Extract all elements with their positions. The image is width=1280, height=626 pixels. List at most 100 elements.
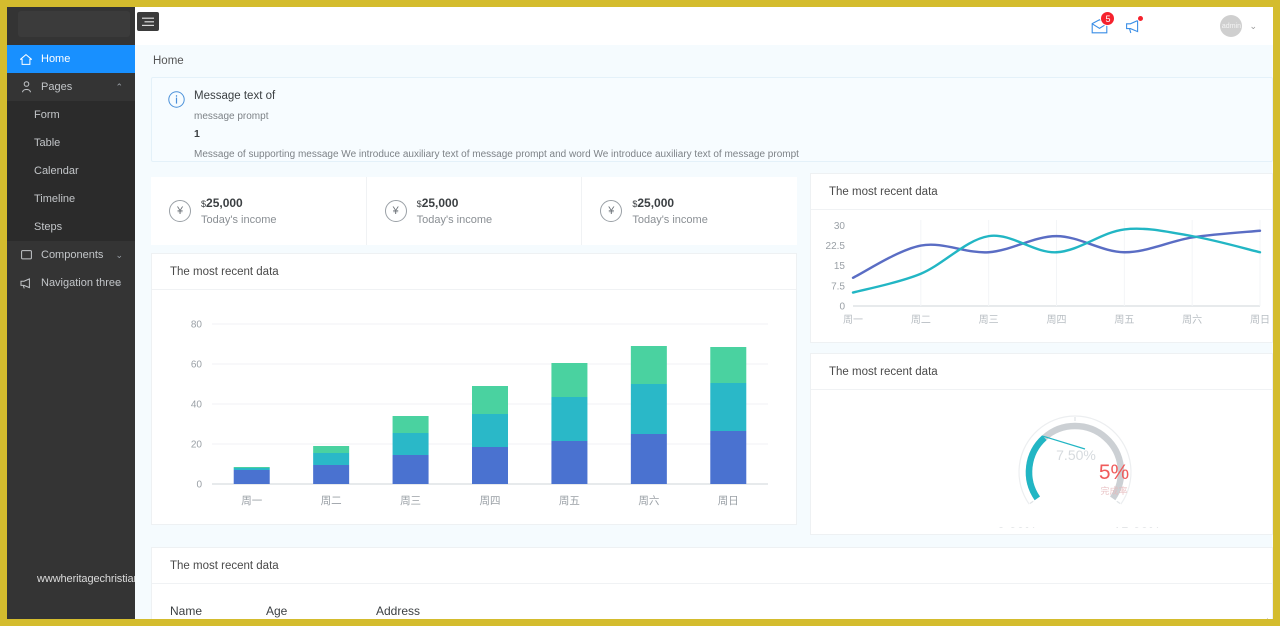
top-header: 5 admin ⌄: [135, 7, 1273, 45]
sidebar-item-home[interactable]: Home: [7, 45, 135, 73]
svg-text:周六: 周六: [1182, 314, 1202, 326]
sidebar-item-calendar[interactable]: Calendar: [7, 157, 135, 185]
scroll-up-arrow[interactable]: ▲: [1264, 617, 1271, 619]
alert-banner: Message text of message prompt 1 Message…: [151, 77, 1273, 162]
home-icon: [19, 53, 33, 65]
bar-chart-title: The most recent data: [152, 254, 796, 290]
announcement-dot: [1137, 15, 1145, 22]
svg-text:周五: 周五: [559, 495, 580, 507]
svg-text:0: 0: [196, 480, 202, 491]
svg-text:7.5: 7.5: [831, 281, 845, 292]
svg-text:5%: 5%: [1099, 461, 1129, 484]
stat-amount: 25,000: [206, 196, 243, 210]
svg-text:周日: 周日: [718, 495, 739, 507]
stat-amount: 25,000: [637, 196, 675, 210]
chevron-down-icon[interactable]: ⌄: [1249, 21, 1257, 32]
app-frame: Home Pages ⌃ Form Table Calendar Timelin…: [7, 7, 1273, 619]
sidebar-item-form[interactable]: Form: [7, 101, 135, 129]
sidebar-item-label: Home: [41, 53, 71, 65]
svg-text:周五: 周五: [1114, 314, 1134, 326]
svg-text:60: 60: [191, 360, 203, 371]
svg-text:周一: 周一: [241, 495, 262, 507]
stat-value: $25,000: [417, 196, 492, 210]
stat-card[interactable]: ¥ $25,000 Today's income: [582, 177, 797, 245]
line-chart-title: The most recent data: [811, 174, 1272, 210]
alert-description: Message of supporting message We introdu…: [194, 149, 799, 160]
chevron-down-icon[interactable]: ⌄: [115, 250, 123, 260]
stat-value: $25,000: [201, 196, 276, 210]
alert-subtitle: message prompt: [194, 111, 269, 122]
user-icon: [19, 81, 33, 93]
svg-text:周二: 周二: [321, 495, 342, 507]
breadcrumb: Home: [135, 45, 1273, 77]
stat-label: Today's income: [632, 214, 708, 226]
stat-value: $25,000: [632, 196, 707, 210]
line-chart-plot[interactable]: 0 7.5 15 22.5 30 周一 周二 周三 周四 周五 周六 周日: [811, 210, 1273, 336]
svg-text:周三: 周三: [979, 314, 999, 326]
sidebar-item-table[interactable]: Table: [7, 129, 135, 157]
mail-badge: 5: [1100, 11, 1116, 26]
svg-text:80: 80: [191, 320, 203, 331]
svg-text:15: 15: [834, 261, 846, 272]
svg-text:0.00%: 0.00%: [997, 524, 1037, 528]
sidebar-item-label: Pages: [41, 81, 73, 93]
table-column-name[interactable]: Name: [170, 604, 266, 618]
svg-text:周三: 周三: [400, 495, 421, 507]
sidebar-item-components[interactable]: Components ⌄: [7, 241, 135, 269]
sidebar: Home Pages ⌃ Form Table Calendar Timelin…: [7, 7, 197, 619]
data-table-card: The most recent data Name Age Address: [151, 547, 1273, 619]
stat-label: Today's income: [416, 214, 493, 226]
stat-card[interactable]: ¥ $25,000 Today's income: [151, 177, 367, 245]
svg-text:22.5: 22.5: [826, 241, 846, 252]
svg-text:20: 20: [191, 440, 203, 451]
chevron-down-icon[interactable]: ⌄: [115, 278, 123, 288]
svg-text:周四: 周四: [480, 495, 501, 507]
sidebar-logo-row: [7, 7, 135, 45]
svg-text:周日: 周日: [1250, 314, 1270, 326]
alert-title: Message text of: [194, 90, 276, 102]
gauge-chart-title: The most recent data: [811, 354, 1272, 390]
svg-text:40: 40: [191, 400, 203, 411]
announcement-icon[interactable]: [1116, 7, 1150, 45]
mail-icon[interactable]: 5: [1082, 7, 1116, 45]
breadcrumb-current: Home: [153, 55, 184, 67]
user-menu[interactable]: admin ⌄: [1220, 15, 1257, 37]
bar-chart-card: The most recent data 0 20 40 60 80 周一 周二 周三 周四 周五…: [151, 253, 797, 525]
monitor-icon: [19, 249, 33, 261]
svg-text:完成率: 完成率: [1100, 485, 1127, 496]
sidebar-logo-box[interactable]: [18, 11, 130, 37]
svg-text:周二: 周二: [911, 314, 931, 326]
gauge-chart-plot[interactable]: 7.50% 0.00% 15.00% 5%完成率: [811, 390, 1273, 540]
chevron-up-icon[interactable]: ⌃: [115, 82, 123, 92]
sidebar-item-steps[interactable]: Steps: [7, 213, 135, 241]
gauge-svg: 7.50% 0.00% 15.00% 5%完成率: [997, 415, 1161, 540]
svg-text:15.00%: 15.00%: [1113, 524, 1160, 528]
avatar: admin: [1220, 15, 1243, 37]
line-chart-svg: 0 7.5 15 22.5 30 周一 周二 周三 周四 周五 周六 周日: [826, 220, 1270, 326]
svg-text:30: 30: [834, 221, 846, 232]
sidebar-item-timeline[interactable]: Timeline: [7, 185, 135, 213]
yen-circle-icon: ¥: [600, 200, 623, 222]
yen-circle-icon: ¥: [384, 200, 407, 222]
table-header-row: Name Age Address: [152, 584, 1272, 618]
vertical-scrollbar[interactable]: ▲ ▼: [1263, 617, 1272, 619]
stat-label: Today's income: [201, 214, 277, 226]
sidebar-item-navigation-three[interactable]: Navigation three ⌄: [7, 269, 135, 297]
stat-card[interactable]: ¥ $25,000 Today's income: [367, 177, 583, 245]
main-content: Message text of message prompt 1 Message…: [135, 77, 1273, 619]
menu-icon[interactable]: [137, 12, 159, 31]
sidebar-item-pages[interactable]: Pages ⌃: [7, 73, 135, 101]
stat-amount: 25,000: [421, 196, 459, 210]
bar-chart-plot[interactable]: 0 20 40 60 80 周一 周二 周三 周四 周五 周六 周日: [152, 290, 798, 518]
table-column-age[interactable]: Age: [266, 604, 376, 618]
stat-card-row: ¥ $25,000 Today's income ¥ $25,000 Today…: [151, 177, 797, 245]
sidebar-submenu-pages: Form Table Calendar Timeline Steps: [7, 101, 135, 241]
svg-text:周六: 周六: [638, 495, 659, 507]
svg-text:周一: 周一: [843, 314, 863, 326]
line-chart-card: The most recent data 0 7.5 15 22.5 30 周一 周二 周三 周…: [810, 173, 1273, 343]
alert-number: 1: [194, 128, 200, 140]
megaphone-icon: [19, 277, 33, 289]
bar-chart-svg: 0 20 40 60 80 周一 周二 周三 周四 周五 周六 周日: [191, 320, 768, 507]
table-column-address[interactable]: Address: [376, 604, 420, 618]
sidebar-item-label: Navigation three: [41, 277, 122, 289]
